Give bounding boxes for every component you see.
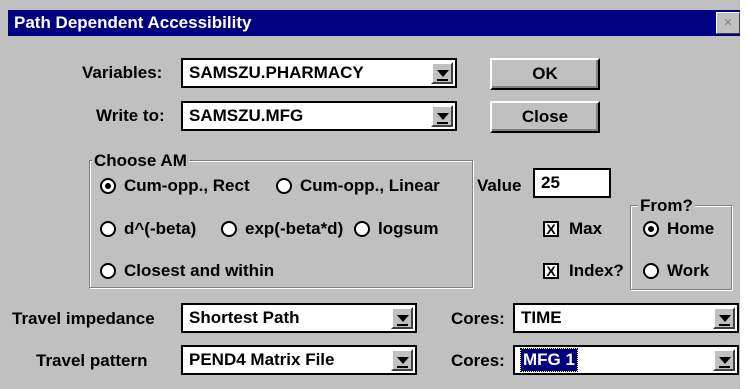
write-to-select[interactable]: SAMSZU.MFG <box>181 101 457 131</box>
travel-pattern-value: PEND4 Matrix File <box>189 350 335 369</box>
chevron-down-icon[interactable] <box>431 62 453 84</box>
index-label: Index? <box>569 261 624 280</box>
chevron-down-icon[interactable] <box>713 349 735 371</box>
choose-am-label: Choose AM <box>92 150 189 172</box>
travel-impedance-value: Shortest Path <box>189 308 300 327</box>
cores-label-2: Cores: <box>451 351 505 370</box>
dialog-title: Path Dependent Accessibility <box>14 13 252 32</box>
radio-cum-opp-linear[interactable] <box>276 178 292 194</box>
travel-pattern-label: Travel pattern <box>36 351 148 370</box>
chevron-down-icon[interactable] <box>431 105 453 127</box>
variables-label: Variables: <box>82 63 163 82</box>
value-input[interactable]: 25 <box>533 168 611 198</box>
variables-select[interactable]: SAMSZU.PHARMACY <box>181 58 457 88</box>
chevron-down-icon[interactable] <box>391 307 413 329</box>
cores-label-1: Cores: <box>451 309 505 328</box>
radio-closest-within[interactable] <box>100 263 116 279</box>
value-text: 25 <box>541 173 560 192</box>
work-label: Work <box>667 261 710 280</box>
radio-work[interactable] <box>643 263 659 279</box>
max-checkbox[interactable]: X <box>543 221 559 237</box>
radio-cum-opp-rect[interactable] <box>100 178 116 194</box>
write-to-label: Write to: <box>96 106 165 125</box>
background-edge-right <box>740 0 746 389</box>
closest-within-label: Closest and within <box>124 261 275 280</box>
cores-select-2[interactable]: MFG 1 <box>513 345 739 375</box>
d-beta-label: d^(-beta) <box>124 219 197 238</box>
close-button[interactable]: Close <box>490 101 600 133</box>
chevron-down-icon[interactable] <box>713 307 735 329</box>
index-checkbox[interactable]: X <box>543 263 559 279</box>
exp-beta-d-label: exp(-beta*d) <box>245 219 344 238</box>
cum-opp-rect-label: Cum-opp., Rect <box>124 176 250 195</box>
logsum-label: logsum <box>378 219 439 238</box>
radio-home[interactable] <box>643 221 659 237</box>
cores-value-2: MFG 1 <box>520 348 578 372</box>
from-label: From? <box>638 195 695 217</box>
radio-d-beta[interactable] <box>100 221 116 237</box>
home-label: Home <box>667 219 715 238</box>
cores-select-1[interactable]: TIME <box>513 303 739 333</box>
chevron-down-icon[interactable] <box>391 349 413 371</box>
travel-impedance-label: Travel impedance <box>12 309 155 328</box>
travel-impedance-select[interactable]: Shortest Path <box>181 303 417 333</box>
travel-pattern-select[interactable]: PEND4 Matrix File <box>181 345 417 375</box>
close-window-button[interactable]: × <box>716 12 740 34</box>
cores-value-1: TIME <box>521 308 562 327</box>
radio-logsum[interactable] <box>354 221 370 237</box>
ok-button[interactable]: OK <box>490 58 600 90</box>
max-label: Max <box>569 219 603 238</box>
value-label: Value <box>477 176 522 195</box>
radio-exp-beta-d[interactable] <box>221 221 237 237</box>
variables-value: SAMSZU.PHARMACY <box>189 63 364 82</box>
write-to-value: SAMSZU.MFG <box>189 106 304 125</box>
cum-opp-linear-label: Cum-opp., Linear <box>300 176 440 195</box>
